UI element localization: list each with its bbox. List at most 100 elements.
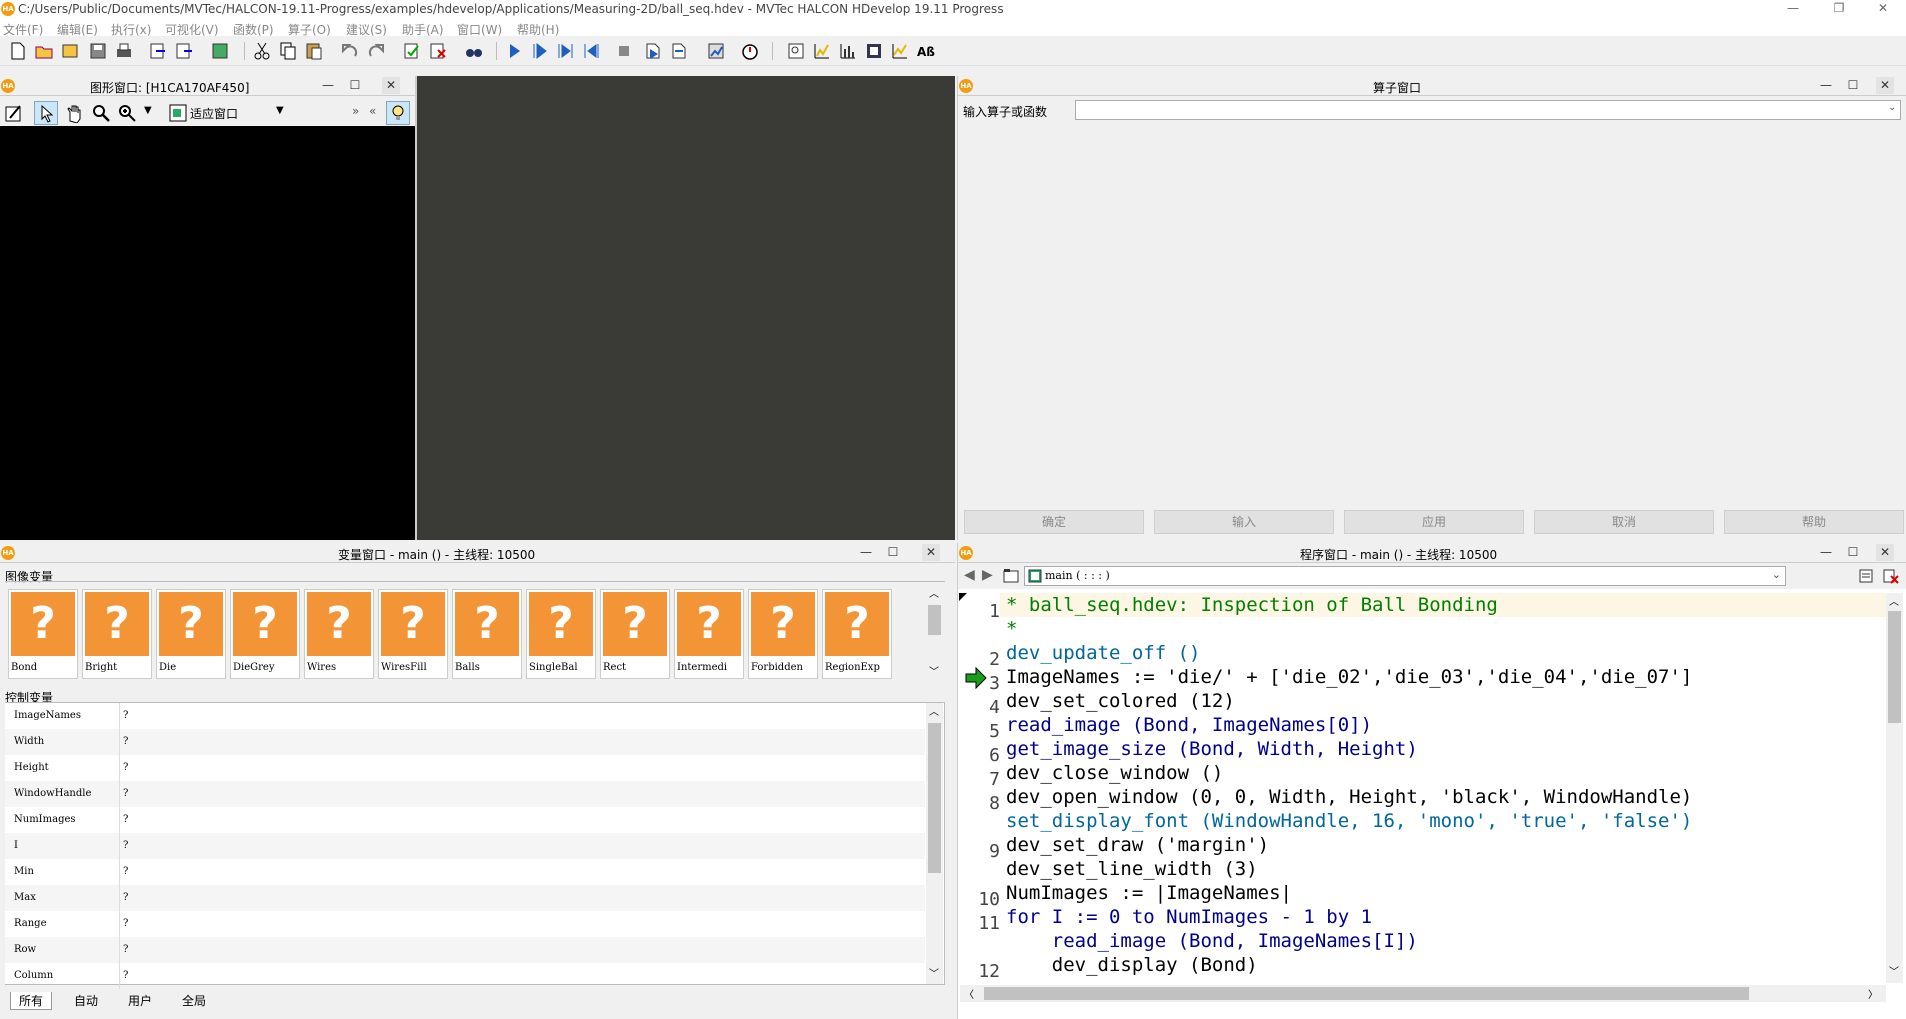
image-var-thumb[interactable]: ? DieGrey [230,589,300,679]
code-line[interactable]: dev_set_draw ('margin') [1006,833,1269,857]
help-button[interactable]: 帮助 [1724,510,1904,534]
back-arrow-icon[interactable]: ◀ [964,567,975,583]
run-to-insert-icon[interactable] [530,41,550,61]
control-var-row[interactable]: Max? [5,885,925,911]
image-var-thumb[interactable]: ? Intermedi [674,589,744,679]
procedure-edit-icon[interactable] [1858,567,1876,585]
redo-icon[interactable] [366,41,386,61]
step-over-icon[interactable] [556,41,576,61]
panel-close-button[interactable]: ✕ [1876,77,1894,94]
procedure-select[interactable]: main ( : : : ) ⌄ [1024,566,1786,586]
operator-search-input[interactable] [1075,100,1901,120]
image-vars-scrollbar[interactable]: ︿ ﹀ [926,585,943,681]
find-icon[interactable] [464,41,484,61]
paste-icon[interactable] [304,41,324,61]
cut-icon[interactable] [252,41,272,61]
chevron-up-icon[interactable]: ︿ [1889,593,1899,608]
control-var-row[interactable]: NumImages? [5,807,925,833]
scrollbar-thumb[interactable] [1888,611,1901,723]
image-var-thumb[interactable]: ? Wires [304,589,374,679]
open-folder-icon[interactable] [34,41,54,61]
image-var-thumb[interactable]: ? RegionExp [822,589,892,679]
control-vars-scrollbar[interactable]: ︿ ﹀ [926,703,943,984]
chevron-down-icon[interactable]: ▼ [276,105,284,116]
cancel-button[interactable]: 取消 [1534,510,1714,534]
feature-histogram-icon[interactable] [838,41,858,61]
properties-icon[interactable] [210,41,230,61]
open-example-icon[interactable] [60,41,80,61]
undo-icon[interactable] [340,41,360,61]
code-line[interactable]: NumImages := |ImageNames| [1006,881,1292,905]
less-tools-button[interactable]: « [369,104,376,118]
panel-close-button[interactable]: ✕ [922,544,940,561]
pointer-tool-button[interactable] [34,101,58,125]
import-icon[interactable] [148,41,168,61]
control-var-row[interactable]: Column? [5,963,925,989]
chevron-down-icon[interactable]: ⌄ [1888,102,1896,113]
activate-line-icon[interactable] [402,41,422,61]
chevron-right-icon[interactable]: 〉 [1868,986,1878,1001]
save-icon[interactable] [88,41,108,61]
scrollbar-thumb[interactable] [928,723,941,873]
gray-histogram-icon[interactable] [812,41,832,61]
code-line[interactable]: set_display_font (WindowHandle, 16, 'mon… [1006,809,1692,833]
code-line[interactable]: get_image_size (Bond, Width, Height) [1006,737,1418,761]
panel-maximize-button[interactable]: ☐ [884,544,902,561]
graphics-canvas[interactable] [0,126,415,540]
code-line[interactable]: * ball_seq.hdev: Inspection of Ball Bond… [1006,593,1498,617]
ok-button[interactable]: 确定 [964,510,1144,534]
procedure-icon[interactable] [1002,567,1020,585]
code-line[interactable]: dev_close_window () [1006,761,1223,785]
export-icon[interactable] [174,41,194,61]
line-profile-icon[interactable] [890,41,910,61]
apply-button[interactable]: 应用 [1344,510,1524,534]
code-line[interactable]: for I := 0 to NumImages - 1 by 1 [1006,905,1372,929]
image-var-thumb[interactable]: ? Balls [452,589,522,679]
tooltip-toggle-button[interactable] [386,101,410,125]
image-var-thumb[interactable]: ? Bright [82,589,152,679]
zoom-window-icon[interactable] [786,41,806,61]
maximize-button[interactable]: ❐ [1816,0,1862,18]
program-hscrollbar[interactable]: 〈 〉 [960,985,1886,1002]
chevron-up-icon[interactable]: ︿ [929,585,939,600]
control-var-row[interactable]: ImageNames? [5,703,925,729]
panel-minimize-button[interactable]: — [1817,544,1835,561]
timer-icon[interactable] [740,41,760,61]
image-var-thumb[interactable]: ? SingleBal [526,589,596,679]
zoom-icon[interactable] [117,103,137,123]
scrollbar-thumb[interactable] [984,987,1749,1000]
print-icon[interactable] [114,41,134,61]
minimize-button[interactable]: — [1770,0,1816,18]
run-icon[interactable] [504,41,524,61]
control-var-row[interactable]: Range? [5,911,925,937]
panel-minimize-button[interactable]: — [319,77,337,94]
panel-close-button[interactable]: ✕ [382,77,400,94]
tab-auto[interactable]: 自动 [66,992,106,1009]
chevron-down-icon[interactable]: ﹀ [1889,963,1899,978]
code-line[interactable]: dev_open_window (0, 0, Width, Height, 'b… [1006,785,1692,809]
ocr-icon[interactable]: Aß [916,41,936,61]
reset-program-icon[interactable] [644,41,664,61]
tab-global[interactable]: 全局 [174,992,214,1009]
chevron-down-icon[interactable]: ▼ [144,105,152,116]
image-var-thumb[interactable]: ? WiresFill [378,589,448,679]
new-file-icon[interactable] [8,41,28,61]
panel-close-button[interactable]: ✕ [1876,544,1894,561]
code-line[interactable]: * [1006,617,1017,641]
code-line[interactable]: dev_set_colored (12) [1006,689,1235,713]
chevron-down-icon[interactable]: ﹀ [929,965,939,980]
profiler-icon[interactable] [706,41,726,61]
image-var-thumb[interactable]: ? Die [156,589,226,679]
copy-icon[interactable] [278,41,298,61]
more-tools-button[interactable]: » [352,104,359,118]
control-var-row[interactable]: WindowHandle? [5,781,925,807]
code-line[interactable]: dev_set_line_width (3) [1006,857,1258,881]
panel-maximize-button[interactable]: ☐ [1844,544,1862,561]
step-into-icon[interactable] [582,41,602,61]
image-var-thumb[interactable]: ? Rect [600,589,670,679]
control-var-row[interactable]: Min? [5,859,925,885]
control-var-row[interactable]: Row? [5,937,925,963]
scrollbar-thumb[interactable] [928,605,941,635]
fit-window-label[interactable]: 适应窗口 [190,105,238,122]
hand-pan-icon[interactable] [64,103,84,123]
